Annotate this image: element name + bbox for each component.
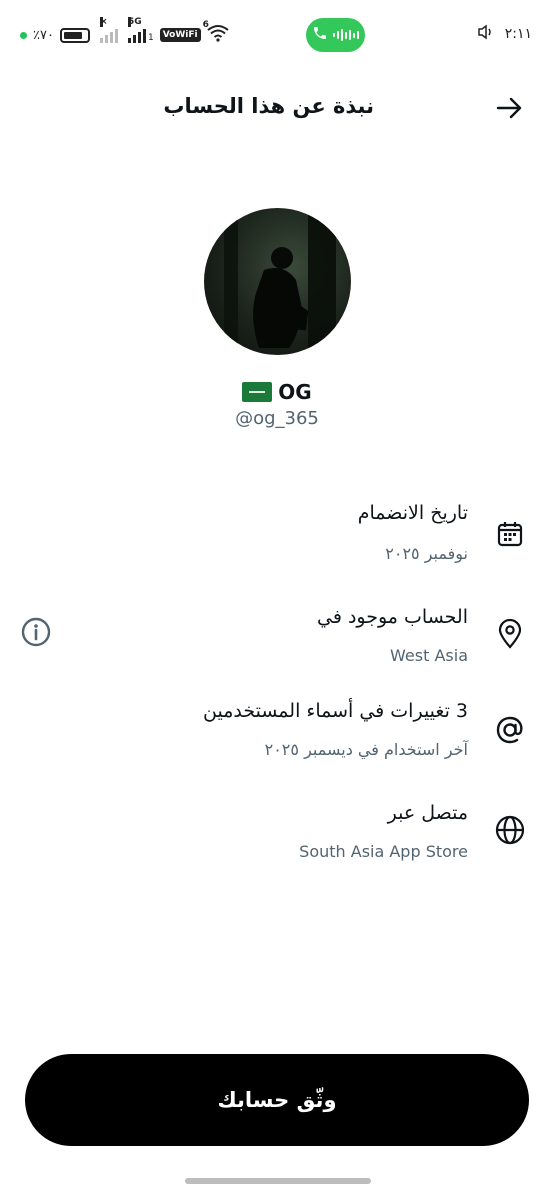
account-location-title: الحساب موجود في — [317, 606, 468, 628]
battery-icon — [59, 27, 90, 43]
signal-strength-5g-icon: 5G 1 — [127, 17, 154, 43]
app-header: نبذة عن هذا الحساب — [0, 72, 554, 146]
joined-date-value: نوفمبر ٢٠٢٥ — [385, 544, 468, 563]
page-title: نبذة عن هذا الحساب — [163, 94, 374, 118]
clock: ٢:١١ — [504, 26, 532, 42]
signal-x-mark: × — [99, 17, 108, 27]
at-sign-icon — [494, 714, 526, 746]
wifi-icon: 6 — [203, 20, 229, 46]
username-changes-title: 3 تغييرات في أسماء المستخدمين — [203, 700, 468, 722]
vowifi-badge: VoWiFi — [159, 28, 201, 42]
home-indicator[interactable] — [185, 1178, 371, 1184]
joined-date-row: تاريخ الانضمام نوفمبر ٢٠٢٥ — [26, 500, 526, 570]
phone-icon — [312, 25, 328, 45]
account-location-row: الحساب موجود في West Asia — [26, 604, 526, 674]
username-handle: @og_365 — [235, 408, 319, 429]
avatar[interactable] — [204, 208, 351, 355]
info-button[interactable] — [20, 617, 52, 651]
status-bar: ٪٧٠ × 5G 1 VoWiFi 6 ٢:١١ — [0, 0, 554, 72]
username-changes-row: 3 تغييرات في أسماء المستخدمين آخر استخدا… — [26, 698, 526, 768]
status-bar-right: ٢:١١ — [477, 24, 532, 44]
privacy-indicator-dot — [20, 31, 27, 39]
wifi-version-label: 6 — [202, 20, 209, 30]
ongoing-call-indicator[interactable] — [306, 18, 365, 52]
verify-account-button[interactable]: وثّق حسابك — [25, 1054, 529, 1146]
network-type-label: 5G — [127, 17, 142, 27]
connected-via-row: متصل عبر South Asia App Store — [26, 800, 526, 870]
battery-percentage: ٪٧٠ — [33, 27, 54, 43]
sim-number: 1 — [147, 33, 154, 43]
arrow-right-icon — [496, 96, 524, 124]
back-button[interactable] — [494, 94, 526, 126]
status-bar-left: ٪٧٠ × 5G 1 VoWiFi 6 — [20, 17, 229, 46]
username-changes-value: آخر استخدام في ديسمبر ٢٠٢٥ — [264, 740, 468, 759]
display-name: OG — [0, 380, 554, 404]
info-icon — [21, 617, 51, 651]
globe-icon — [494, 814, 526, 846]
connected-via-value: South Asia App Store — [299, 842, 468, 861]
account-location-value: West Asia — [390, 646, 468, 665]
signal-strength-icon: × — [99, 17, 118, 43]
location-pin-icon — [494, 618, 526, 650]
joined-date-title: تاريخ الانضمام — [357, 502, 468, 524]
audio-wave-icon — [333, 29, 359, 41]
saudi-flag-icon — [242, 382, 273, 402]
connected-via-title: متصل عبر — [387, 802, 468, 824]
display-name-text: OG — [278, 380, 312, 404]
volume-icon — [477, 24, 495, 44]
calendar-icon — [494, 518, 526, 550]
